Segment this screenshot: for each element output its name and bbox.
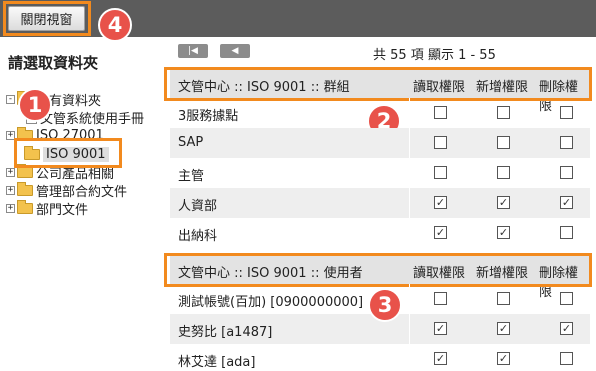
table-row: 出納科 ✓ ✓ xyxy=(170,218,590,248)
collapse-icon[interactable]: - xyxy=(6,94,15,104)
row-name: SAP xyxy=(178,135,204,150)
callout-badge-1: 1 xyxy=(18,88,52,122)
column-divider xyxy=(409,98,410,128)
highlight-box-iso9001 xyxy=(14,138,122,168)
highlight-box-close xyxy=(3,1,91,36)
row-name: 3服務據點 xyxy=(178,109,239,124)
pager-info: 共 55 項 顯示 1 - 55 xyxy=(373,48,496,63)
add-permission-checkbox[interactable] xyxy=(497,136,510,149)
add-permission-checkbox[interactable]: ✓ xyxy=(497,352,510,365)
tree-item-label: 管理部合約文件 xyxy=(36,184,128,200)
read-permission-checkbox[interactable] xyxy=(434,292,447,305)
read-permission-checkbox[interactable]: ✓ xyxy=(434,322,447,335)
expand-icon[interactable]: + xyxy=(6,185,15,195)
delete-permission-checkbox[interactable] xyxy=(560,226,573,239)
row-name: 測試帳號(百加) [0900000000] xyxy=(178,295,364,310)
expand-icon[interactable]: + xyxy=(6,167,15,177)
add-permission-checkbox[interactable]: ✓ xyxy=(497,196,510,209)
column-divider xyxy=(409,128,410,158)
tree-item-contracts[interactable]: + 管理部合約文件 xyxy=(6,181,128,200)
row-name: 林艾達 [ada] xyxy=(178,355,256,370)
tree-item-label: 部門文件 xyxy=(36,202,89,218)
table-row: SAP xyxy=(170,128,590,158)
read-permission-checkbox[interactable] xyxy=(434,166,447,179)
callout-badge-4: 4 xyxy=(98,8,132,42)
tree-item-departments[interactable]: + 部門文件 xyxy=(6,199,89,218)
add-permission-checkbox[interactable] xyxy=(497,166,510,179)
table-row: 人資部 ✓ ✓ ✓ xyxy=(170,188,590,218)
callout-badge-3: 3 xyxy=(368,288,402,322)
highlight-box-user-header xyxy=(164,253,592,287)
add-permission-checkbox[interactable] xyxy=(497,106,510,119)
column-divider xyxy=(409,188,410,218)
row-name: 人資部 xyxy=(178,199,218,214)
read-permission-checkbox[interactable]: ✓ xyxy=(434,226,447,239)
prev-page-icon: ◀ xyxy=(231,46,239,56)
row-name: 出納科 xyxy=(178,229,218,244)
add-permission-checkbox[interactable]: ✓ xyxy=(497,226,510,239)
first-page-icon: |◀ xyxy=(188,46,198,56)
table-row: 林艾達 [ada] ✓ ✓ xyxy=(170,344,590,371)
row-name: 史努比 [a1487] xyxy=(178,325,273,340)
folder-icon xyxy=(17,199,33,214)
expand-icon[interactable]: + xyxy=(6,203,15,213)
read-permission-checkbox[interactable]: ✓ xyxy=(434,196,447,209)
column-divider xyxy=(409,344,410,371)
add-permission-checkbox[interactable] xyxy=(497,292,510,305)
add-permission-checkbox[interactable]: ✓ xyxy=(497,322,510,335)
first-page-button[interactable]: |◀ xyxy=(178,44,208,58)
delete-permission-checkbox[interactable]: ✓ xyxy=(560,196,573,209)
delete-permission-checkbox[interactable] xyxy=(560,136,573,149)
read-permission-checkbox[interactable] xyxy=(434,106,447,119)
column-divider xyxy=(409,314,410,344)
tree-item-label: 文管系統使用手冊 xyxy=(40,111,145,127)
row-name: 主管 xyxy=(178,169,205,184)
table-row: 3服務據點 xyxy=(170,98,590,128)
delete-permission-checkbox[interactable] xyxy=(560,106,573,119)
folder-tree-title: 請選取資料夾 xyxy=(8,54,99,72)
delete-permission-checkbox[interactable] xyxy=(560,292,573,305)
folder-icon xyxy=(17,181,33,196)
folder-icon xyxy=(17,163,33,178)
read-permission-checkbox[interactable] xyxy=(434,136,447,149)
highlight-box-group-header xyxy=(164,67,592,101)
column-divider xyxy=(409,158,410,188)
delete-permission-checkbox[interactable]: ✓ xyxy=(560,322,573,335)
delete-permission-checkbox[interactable] xyxy=(560,352,573,365)
column-divider xyxy=(409,284,410,314)
table-row: 主管 xyxy=(170,158,590,188)
prev-page-button[interactable]: ◀ xyxy=(220,44,250,58)
delete-permission-checkbox[interactable] xyxy=(560,166,573,179)
read-permission-checkbox[interactable]: ✓ xyxy=(434,352,447,365)
column-divider xyxy=(409,218,410,248)
